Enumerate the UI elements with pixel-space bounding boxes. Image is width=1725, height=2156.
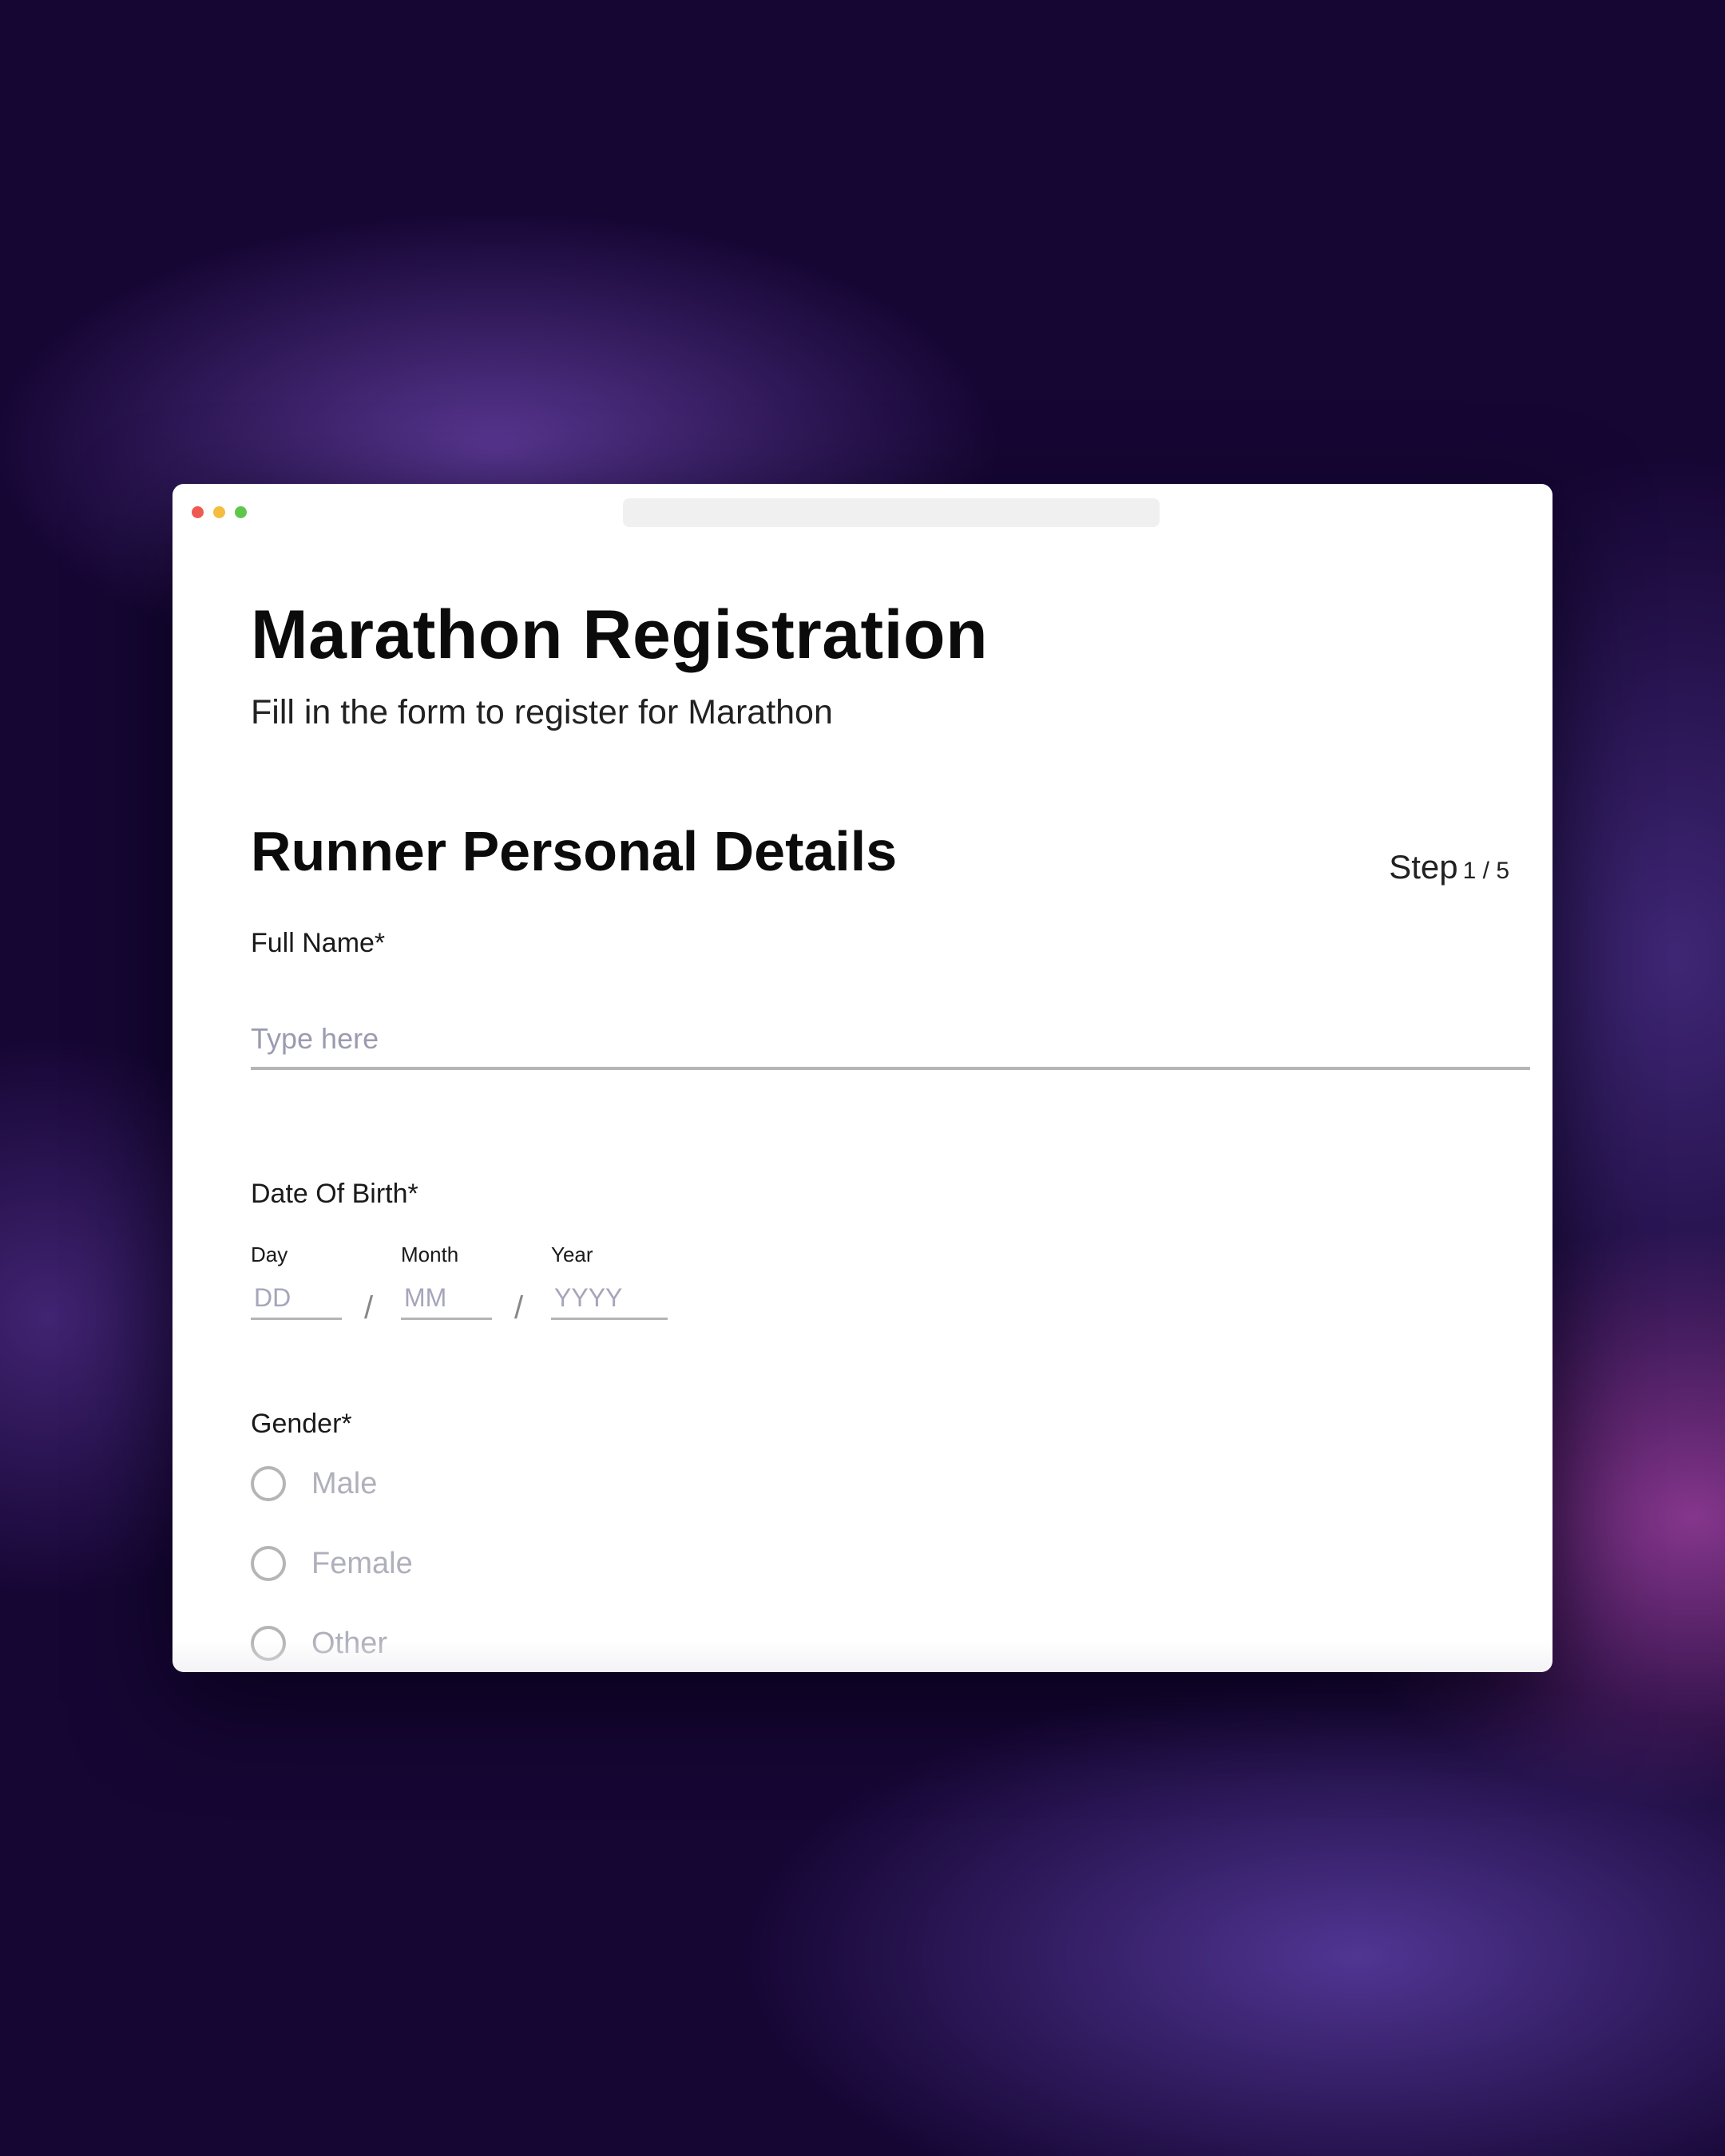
step-word: Step — [1389, 848, 1458, 886]
gender-label: Gender* — [251, 1409, 352, 1439]
dob-separator: / — [364, 1290, 374, 1326]
address-bar[interactable] — [623, 498, 1160, 527]
scroll-fade — [172, 1640, 1552, 1672]
step-indicator: Step 1 / 5 — [1389, 848, 1509, 886]
dob-month-group: Month — [401, 1242, 492, 1320]
dob-year-label: Year — [551, 1242, 593, 1266]
close-window-button[interactable] — [192, 506, 204, 518]
window-titlebar — [172, 484, 1552, 538]
dob-separator: / — [514, 1290, 524, 1326]
maximize-window-button[interactable] — [235, 506, 247, 518]
dob-year-input[interactable] — [551, 1278, 668, 1320]
date-of-birth-label: Date Of Birth* — [251, 1179, 418, 1209]
dob-day-label: Day — [251, 1242, 288, 1266]
dob-day-group: Day — [251, 1242, 342, 1320]
dob-month-label: Month — [401, 1242, 459, 1266]
step-count: 1 / 5 — [1462, 858, 1509, 884]
minimize-window-button[interactable] — [213, 506, 225, 518]
radio-button-icon[interactable] — [251, 1466, 286, 1501]
dob-year-group: Year — [551, 1242, 668, 1320]
radio-button-icon[interactable] — [251, 1546, 286, 1581]
page-subtitle: Fill in the form to register for Maratho… — [251, 693, 833, 731]
gender-option-label: Male — [311, 1466, 378, 1500]
browser-window: Marathon Registration Fill in the form t… — [172, 484, 1552, 1672]
gender-option-male[interactable]: Male — [251, 1466, 377, 1501]
dob-month-input[interactable] — [401, 1278, 492, 1320]
gender-option-label: Female — [311, 1546, 413, 1580]
page-title: Marathon Registration — [251, 596, 989, 673]
section-title: Runner Personal Details — [251, 820, 898, 882]
gender-option-female[interactable]: Female — [251, 1546, 413, 1581]
full-name-input[interactable] — [251, 1011, 1530, 1070]
full-name-label: Full Name* — [251, 928, 386, 958]
dob-day-input[interactable] — [251, 1278, 342, 1320]
